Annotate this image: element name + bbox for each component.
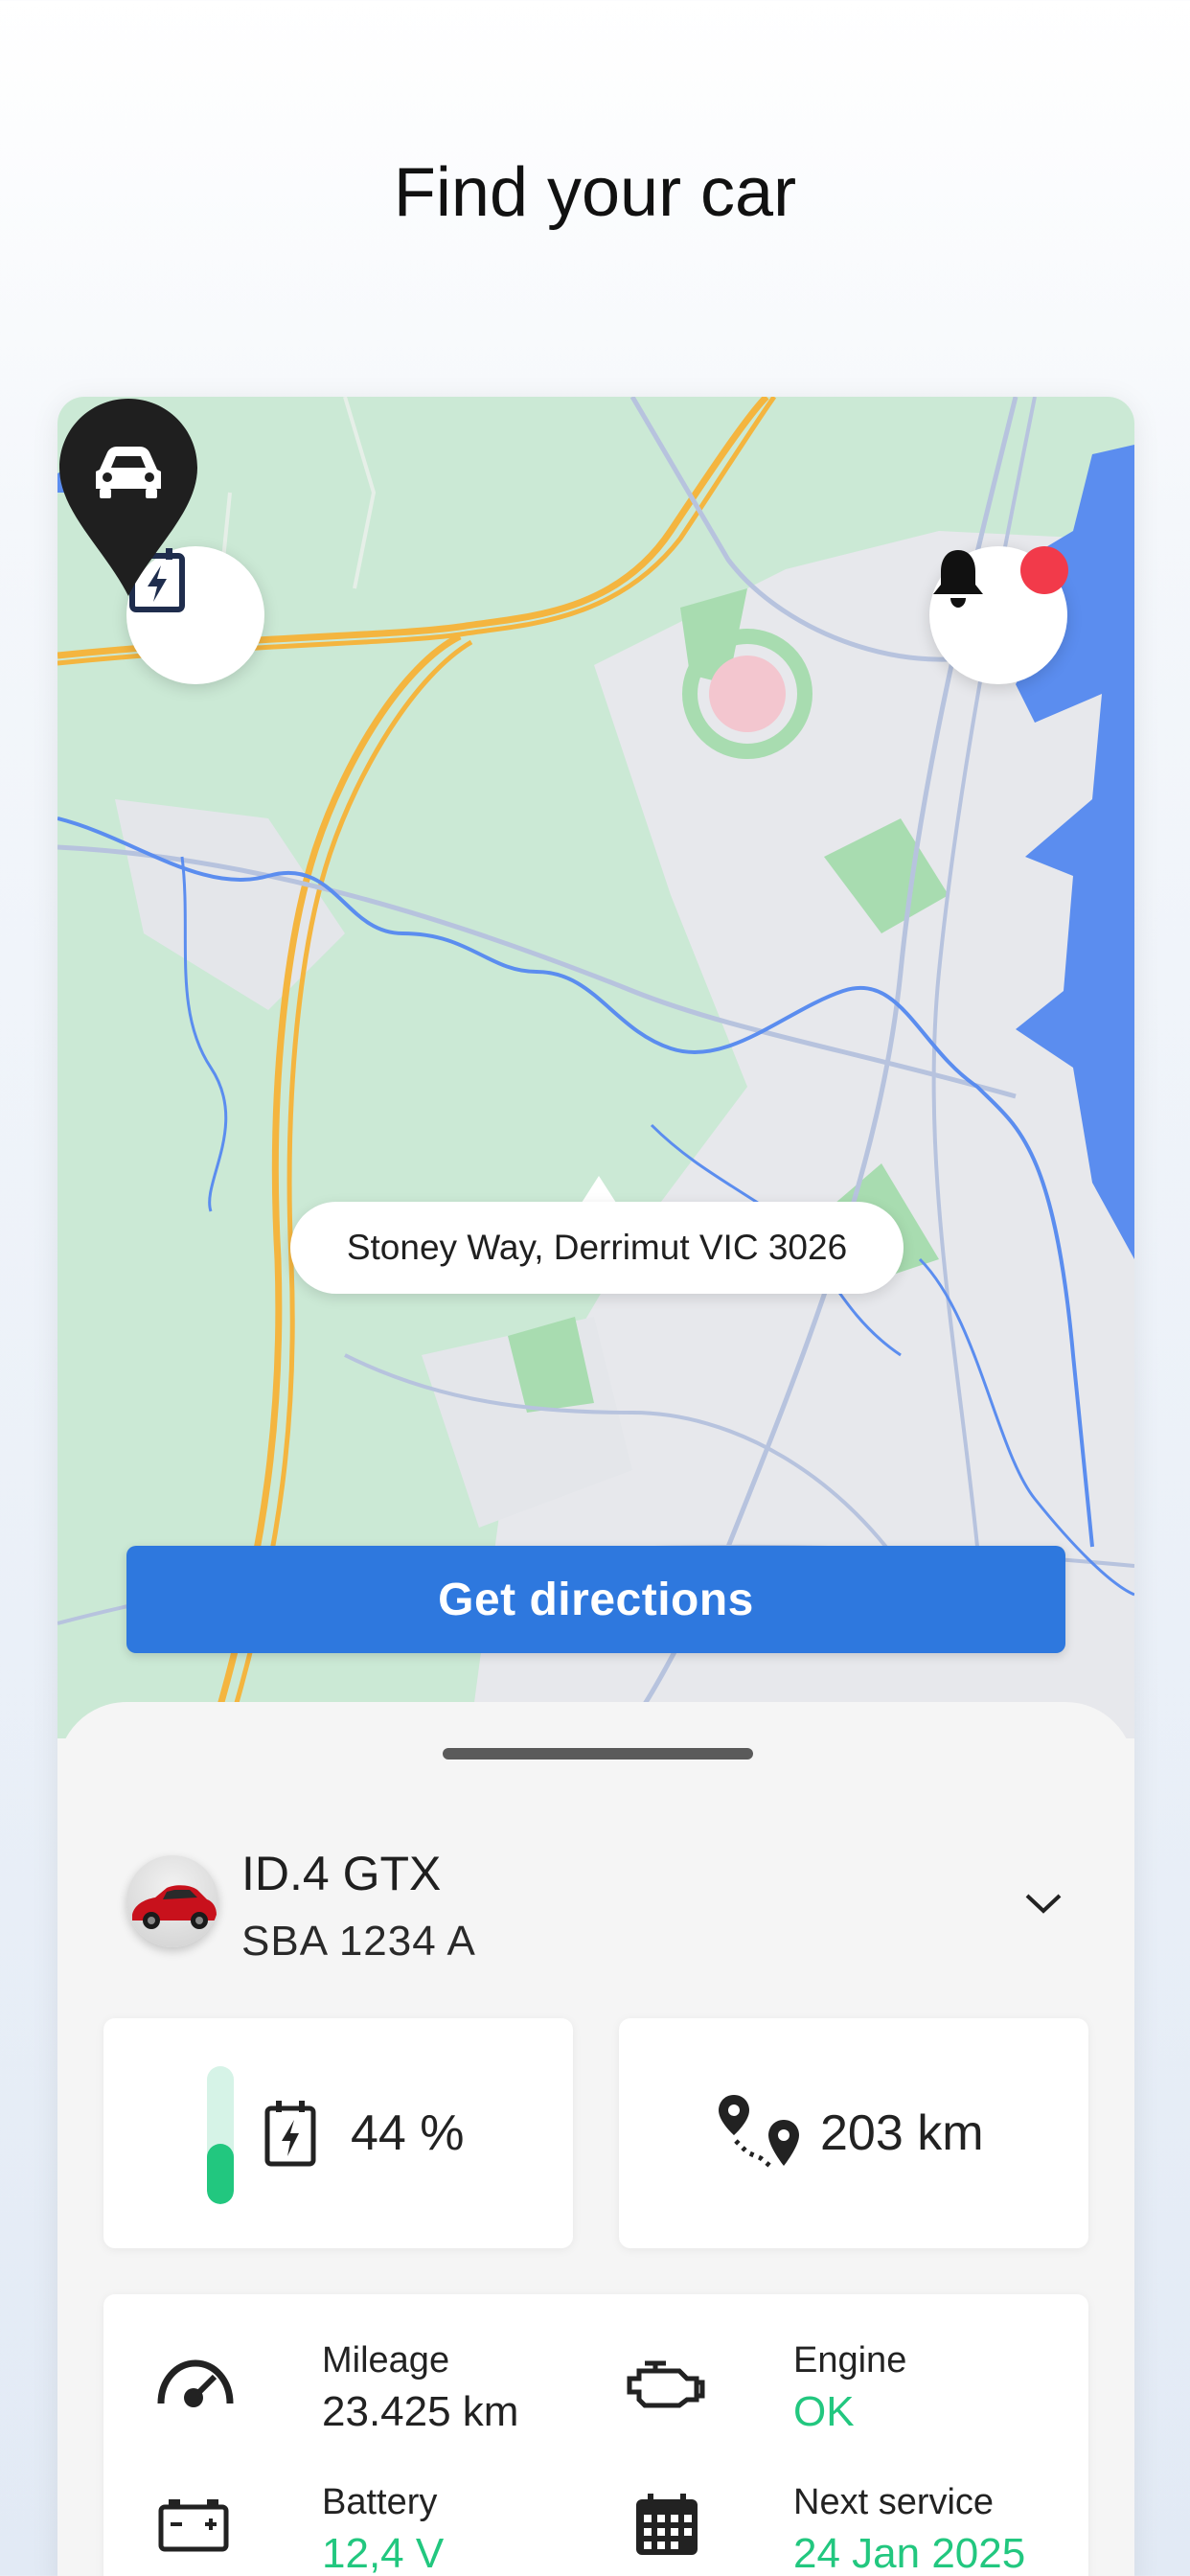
battery-percent: 44 %	[351, 2105, 465, 2161]
battery-level-bar	[207, 2066, 234, 2204]
mileage-label: Mileage	[322, 2340, 450, 2380]
car-avatar	[126, 1855, 218, 1947]
sheet-drag-handle[interactable]	[443, 1748, 753, 1760]
mileage-value: 23.425 km	[322, 2388, 519, 2435]
next-service-date: 24 Jan 2025	[793, 2530, 1026, 2576]
battery-level-tile: 44 %	[103, 2018, 573, 2248]
speedometer-icon	[157, 2359, 234, 2407]
vehicle-plate: SBA 1234 A	[241, 1918, 476, 1965]
engine-status: OK	[793, 2388, 855, 2435]
vehicle-model: ID.4 GTX	[241, 1847, 442, 1900]
notification-badge	[1020, 546, 1068, 594]
engine-label: Engine	[793, 2340, 907, 2380]
map[interactable]: Stoney Way, Derrimut VIC 3026 Get direct…	[57, 397, 1134, 1738]
chevron-down-icon[interactable]	[1019, 1884, 1067, 1922]
next-service-label: Next service	[793, 2482, 995, 2522]
car-battery-icon	[158, 2499, 229, 2552]
vehicle-details-panel: Mileage 23.425 km Engine OK Battery 12,4…	[103, 2294, 1088, 2576]
range-value: 203 km	[820, 2105, 984, 2161]
car-photo	[132, 1885, 217, 1929]
page-title: Find your car	[393, 154, 797, 231]
battery-voltage-label: Battery	[322, 2482, 438, 2522]
charging-icon	[264, 2101, 316, 2167]
battery-level-fill	[207, 2143, 234, 2204]
calendar-icon	[636, 2494, 698, 2555]
route-icon	[719, 2095, 799, 2170]
address-label: Stoney Way, Derrimut VIC 3026	[290, 1202, 904, 1294]
address-tooltip-pointer	[582, 1176, 616, 1203]
bell-icon	[933, 550, 983, 608]
car-card: Stoney Way, Derrimut VIC 3026 Get direct…	[57, 397, 1134, 2576]
battery-voltage-value: 12,4 V	[322, 2530, 445, 2576]
engine-icon	[627, 2360, 705, 2408]
get-directions-button[interactable]: Get directions	[126, 1546, 1065, 1653]
car-location-pin[interactable]	[57, 397, 199, 598]
vehicle-bottom-sheet: ID.4 GTX SBA 1234 A 44 % 203 km Mileage …	[57, 1702, 1134, 2576]
range-tile: 203 km	[619, 2018, 1088, 2248]
